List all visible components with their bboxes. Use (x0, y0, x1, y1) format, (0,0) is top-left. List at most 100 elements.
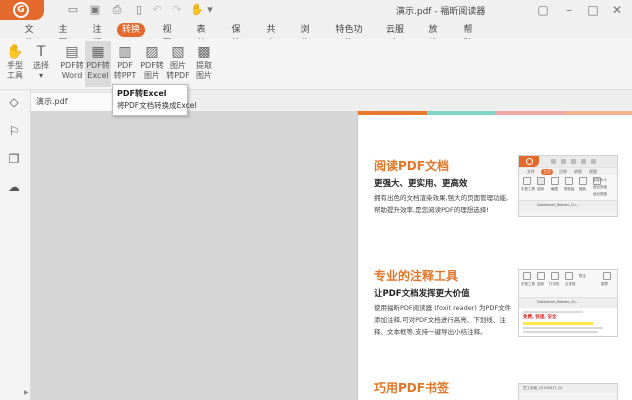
tooltip-description: 将PDF文档转换成Excel (117, 101, 197, 110)
maximize-button[interactable]: □ (586, 2, 600, 18)
menu-share[interactable]: 共享 (263, 23, 279, 49)
document-tab[interactable]: 演示.pdf (30, 92, 114, 111)
mini-screenshot: 手型工具 选择 打字机 文本框 附注 图章 Datasheet_Reader_C… (518, 269, 618, 337)
image-to-pdf-icon: ▧ (171, 44, 185, 60)
menu-browse[interactable]: 浏览 (297, 23, 313, 49)
mini-tab-label: Datasheet_Reader_Ch... (537, 300, 579, 304)
image-to-pdf-button[interactable]: ▧ 图片 转PDF (165, 41, 191, 87)
mini-tool-label: 实际大小 (593, 178, 607, 182)
tooltip: PDF转Excel 将PDF文档转换成Excel (112, 84, 197, 116)
menu-featured[interactable]: 特色功能 (333, 23, 365, 49)
menu-convert[interactable]: 转换 (117, 23, 146, 37)
mini-screenshot: 文件 主页 注释 转换 视图 手型工具 选择 截图 剪贴板 缩放 实际大小 适合… (518, 155, 618, 217)
menu-form[interactable]: 表单 (193, 23, 209, 49)
hand-tool-quick-icon[interactable]: ✋ (190, 3, 204, 17)
mini-tool-label: 适合页面 (593, 185, 607, 189)
select-tool-button[interactable]: T 选择 ▾ (28, 41, 54, 87)
mini-tool-label: 文本框 (565, 282, 576, 286)
document-tab-row: 演示.pdf (0, 90, 632, 111)
extract-image-icon: ▩ (197, 44, 211, 60)
hand-icon: ✋ (6, 44, 24, 60)
mini-text-line (523, 311, 583, 313)
mini-tool-label: 打字机 (549, 282, 560, 286)
mini-tool-label: 图章 (601, 282, 608, 286)
app-logo[interactable]: G (0, 0, 44, 20)
mini-tool-label: 截图 (551, 187, 558, 191)
undo-icon[interactable]: ↶ (150, 3, 164, 17)
menu-cloud[interactable]: 云服务 (383, 23, 407, 49)
hand-tool-label: 手型 工具 (7, 61, 23, 80)
pdf-page[interactable]: 阅读PDF文档 更强大、更实用、更高效 拥有出色的文档渲染效果,强大的页面管理功… (357, 111, 632, 400)
section-heading: 巧用PDF书签 (374, 381, 449, 395)
mini-text-line (523, 331, 598, 333)
new-doc-icon[interactable]: ▯ (132, 3, 146, 17)
redo-icon[interactable]: ↷ (170, 3, 184, 17)
save-icon[interactable]: ▣ (88, 3, 102, 17)
ribbon-toolbar: ✋ 手型 工具 T 选择 ▾ ▤ PDF转 Word ▦ PDF转 Excel … (0, 39, 632, 90)
menu-view[interactable]: 视图 (159, 23, 175, 49)
pages-icon[interactable]: ❐ (6, 151, 22, 167)
left-navigation-panel: ◇ ⚐ ❐ ☁ ▶ (0, 90, 31, 400)
mini-text-line (523, 327, 603, 329)
pdf-to-image-icon: ▨ (145, 44, 159, 60)
foxit-logo-icon: G (13, 2, 29, 18)
menu-file[interactable]: 文件 (21, 23, 37, 49)
window-title: 演示.pdf - 福昕阅读器 (396, 7, 486, 17)
mini-tool-label: 剪贴板 (564, 187, 575, 191)
mini-tool-label: 手型工具 (521, 282, 535, 286)
menu-comment[interactable]: 注释 (89, 23, 105, 49)
fullscreen-icon[interactable]: ▢ (536, 2, 550, 18)
section-subheading: 让PDF文档发挥更大价值 (374, 289, 470, 299)
minimize-button[interactable]: – (562, 2, 576, 18)
section-heading: 阅读PDF文档 (374, 159, 449, 173)
bookmark-icon[interactable]: ⚐ (6, 123, 22, 139)
comments-icon[interactable]: ☁ (6, 179, 22, 195)
color-band-1 (358, 111, 427, 115)
mini-screenshot: 员工手册_20130917_01 (518, 383, 618, 400)
mini-tool-label: 适合宽度 (593, 192, 607, 196)
pdf-to-excel-icon: ▦ (91, 44, 105, 60)
title-bar: G ▭ ▣ ⎙ ▯ ↶ ↷ ✋ ▾ 演示.pdf - 福昕阅读器 ▢ – □ ✕ (0, 0, 632, 20)
mini-tool-label: 附注 (579, 274, 586, 278)
menu-help[interactable]: 帮助 (460, 23, 476, 49)
pdf-to-image-button[interactable]: ▨ PDF转 图片 (139, 41, 165, 87)
hand-tool-button[interactable]: ✋ 手型 工具 (2, 41, 28, 87)
mini-highlight-text: 免费, 快速, 安全 (523, 315, 557, 320)
mini-tab-label: Datasheet_Reader_Ch... (537, 203, 579, 207)
section-heading: 专业的注释工具 (374, 269, 459, 283)
mini-tab-label: 员工手册_20130917_01 (523, 386, 563, 390)
pdf-to-image-label: PDF转 图片 (140, 61, 164, 80)
panel-expand-icon[interactable]: ▶ (24, 389, 29, 396)
mini-tool-label: 选择 (537, 282, 544, 286)
mini-highlight-bar (523, 322, 593, 325)
pdf-to-word-label: PDF转 Word (60, 61, 84, 80)
mini-tool-label: 选择 (537, 187, 544, 191)
section-body: 拥有出色的文档渲染效果,强大的页面管理功能,帮助提升效率,是您阅读PDF的理想选… (374, 194, 509, 214)
select-tool-label: 选择 ▾ (33, 61, 49, 80)
pdf-to-excel-label: PDF转 Excel (86, 61, 110, 80)
menu-protect[interactable]: 保护 (228, 23, 244, 49)
extract-image-button[interactable]: ▩ 提取 图片 (191, 41, 217, 87)
pdf-to-ppt-label: PDF 转PPT (113, 61, 137, 80)
pdf-to-word-button[interactable]: ▤ PDF转 Word (59, 41, 85, 87)
pdf-to-excel-button[interactable]: ▦ PDF转 Excel (85, 41, 111, 87)
color-band-3 (496, 111, 565, 115)
mini-tool-label: 缩放 (579, 187, 586, 191)
menu-home[interactable]: 主页 (55, 23, 71, 49)
menu-slideshow[interactable]: 放映 (425, 23, 441, 49)
image-to-pdf-label: 图片 转PDF (166, 61, 190, 80)
menu-bar: 文件 主页 注释 转换 视图 表单 保护 共享 浏览 特色功能 云服务 放映 帮… (0, 20, 632, 49)
open-folder-icon[interactable]: ▭ (66, 3, 80, 17)
customize-toolbar-icon[interactable]: ▾ (203, 3, 217, 17)
close-button[interactable]: ✕ (610, 2, 624, 18)
pdf-to-word-icon: ▤ (65, 44, 79, 60)
eraser-icon[interactable]: ◇ (6, 94, 22, 110)
pdf-to-ppt-button[interactable]: ▥ PDF 转PPT (112, 41, 138, 87)
print-icon[interactable]: ⎙ (110, 3, 124, 17)
text-cursor-icon: T (36, 44, 46, 60)
color-band-2 (427, 111, 496, 115)
extract-image-label: 提取 图片 (196, 61, 212, 80)
color-band-4 (565, 111, 632, 115)
mini-tool-label: 手型工具 (521, 187, 535, 191)
section-body: 使用福昕PDF阅读器 (foxit reader) 为PDF文件添加注释,可对P… (374, 304, 512, 336)
